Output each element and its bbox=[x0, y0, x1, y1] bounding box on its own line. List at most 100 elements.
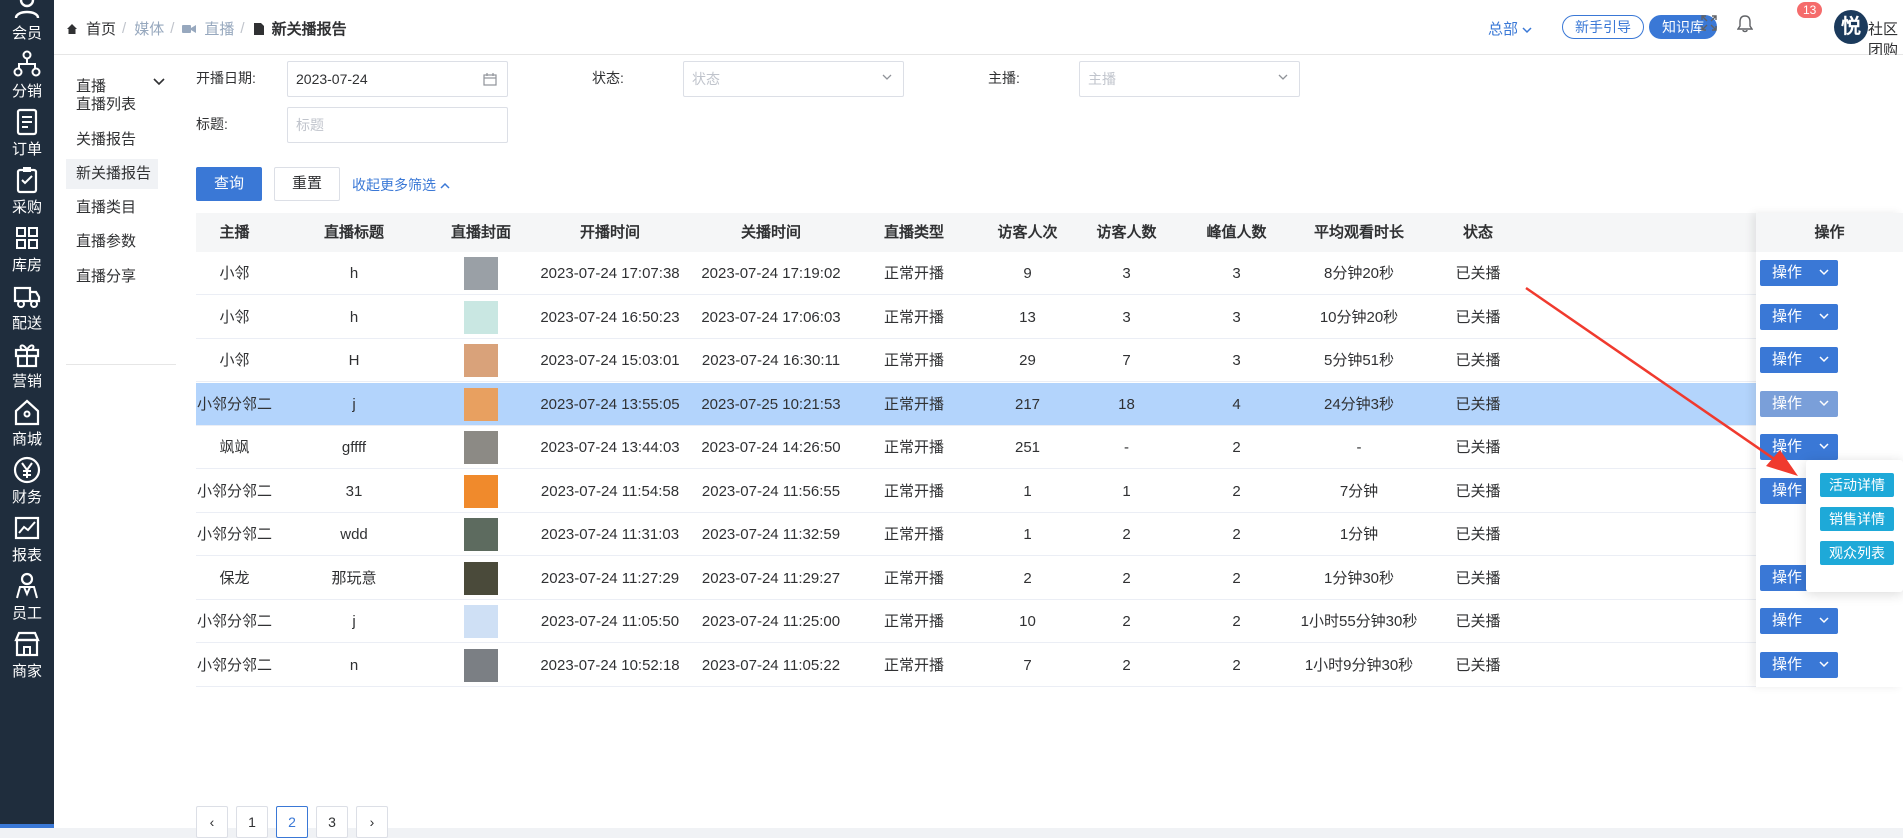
submenu-item[interactable]: 新关播报告 bbox=[66, 159, 158, 189]
operation-button[interactable]: 操作 bbox=[1760, 303, 1838, 330]
operation-button[interactable]: 操作 bbox=[1760, 434, 1838, 460]
rail-item-store[interactable]: 商家 bbox=[0, 624, 54, 694]
table-row[interactable]: 小邻 H 2023-07-24 15:03:01 2023-07-24 16:30:1… bbox=[196, 339, 1903, 382]
chevron-down-icon bbox=[1819, 356, 1829, 363]
table-row[interactable]: 小邻 h 2023-07-24 16:50:23 2023-07-24 17:06:0… bbox=[196, 295, 1903, 339]
rail-item-label: 商家 bbox=[11, 663, 42, 680]
live-cover-thumbnail[interactable] bbox=[464, 474, 498, 508]
live-cover-thumbnail[interactable] bbox=[464, 257, 498, 290]
cell-peak: 3 bbox=[1232, 308, 1241, 326]
start-date-input[interactable]: 2023-07-24 bbox=[287, 61, 508, 97]
live-cover-thumbnail[interactable] bbox=[464, 431, 498, 464]
submenu-item[interactable]: 关播报告 bbox=[66, 125, 158, 155]
live-cover-thumbnail[interactable] bbox=[464, 300, 498, 334]
chevron-down-icon bbox=[1819, 660, 1829, 667]
cell-avg: 24分钟3秒 bbox=[1323, 395, 1395, 413]
cell-end: 2023-07-24 14:26:50 bbox=[701, 439, 841, 456]
breadcrumb-home[interactable]: 首页 bbox=[66, 18, 116, 39]
cell-peak: 2 bbox=[1232, 482, 1241, 500]
rail-item-label: 报表 bbox=[11, 547, 42, 564]
live-cover-thumbnail[interactable] bbox=[464, 518, 498, 551]
cover-cell bbox=[435, 513, 527, 556]
submenu-item[interactable]: 直播参数 bbox=[66, 227, 158, 257]
table-row[interactable]: 飒飒 gffff 2023-07-24 13:44:03 2023-07-24 14:… bbox=[196, 426, 1903, 469]
cell-pv: 13 bbox=[1019, 308, 1036, 326]
table-row[interactable]: 小邻分邻二 n 2023-07-24 10:52:18 2023-07-24 11:0… bbox=[196, 643, 1903, 687]
cell-anchor: 保龙 bbox=[219, 569, 250, 587]
column-header: 状态 bbox=[1462, 224, 1493, 241]
yen-icon bbox=[13, 456, 41, 484]
dropdown-item[interactable]: 活动详情 bbox=[1820, 473, 1894, 497]
cover-cell bbox=[435, 426, 527, 469]
operation-button[interactable]: 操作 bbox=[1760, 651, 1838, 678]
cell-peak: 4 bbox=[1232, 395, 1241, 413]
avatar[interactable]: 悦 bbox=[1834, 10, 1868, 44]
column-header: 操作 bbox=[1756, 213, 1903, 252]
chevron-down-icon bbox=[1278, 74, 1288, 80]
user-name[interactable]: 社区团购 bbox=[1868, 18, 1903, 60]
collapse-filters-link[interactable]: 收起更多筛选 bbox=[352, 175, 450, 195]
cell-pv: 2 bbox=[1023, 569, 1032, 587]
table-row[interactable]: 小邻分邻二 j 2023-07-24 11:05:50 2023-07-24 11:2… bbox=[196, 600, 1903, 643]
cell-pv: 1 bbox=[1023, 526, 1032, 543]
cell-peak: 3 bbox=[1232, 265, 1241, 282]
region-selector[interactable]: 总部 bbox=[1488, 18, 1532, 39]
chevron-up-icon bbox=[440, 182, 450, 189]
pager-prev-button[interactable]: ‹ bbox=[196, 806, 228, 838]
order-doc-icon bbox=[16, 108, 38, 136]
pager-page-button[interactable]: 3 bbox=[316, 806, 348, 838]
submenu-item[interactable]: 直播类目 bbox=[66, 193, 158, 223]
home-icon bbox=[67, 23, 77, 34]
title-label: 标题: bbox=[196, 116, 228, 132]
top-header: 首页 / 媒体 / 直播 / 新关播报告 总部 新手引导 知识库 13 悦 社区… bbox=[54, 0, 1903, 59]
cell-start: 2023-07-24 11:27:29 bbox=[540, 569, 680, 587]
pager-next-button[interactable]: › bbox=[356, 806, 388, 838]
guide-button[interactable]: 新手引导 bbox=[1562, 15, 1644, 39]
pager-page-button[interactable]: 1 bbox=[236, 806, 268, 838]
operation-button[interactable]: 操作 bbox=[1760, 260, 1838, 286]
table-row[interactable]: 小邻分邻二 31 2023-07-24 11:54:58 2023-07-24 11:… bbox=[196, 469, 1903, 513]
query-button[interactable]: 查询 bbox=[196, 167, 262, 201]
submenu-item[interactable]: 直播分享 bbox=[66, 262, 158, 292]
live-cover-thumbnail[interactable] bbox=[464, 561, 498, 595]
anchor-select[interactable]: 主播 bbox=[1079, 61, 1300, 97]
dropdown-item[interactable]: 销售详情 bbox=[1820, 507, 1894, 531]
cell-status: 已关播 bbox=[1455, 482, 1501, 500]
breadcrumb-current: 新关播报告 bbox=[253, 18, 347, 39]
cell-start: 2023-07-24 11:54:58 bbox=[540, 482, 680, 500]
operation-button[interactable]: 操作 bbox=[1760, 347, 1838, 373]
cell-status: 已关播 bbox=[1455, 265, 1501, 282]
operation-button[interactable]: 操作 bbox=[1760, 608, 1838, 634]
bell-icon[interactable] bbox=[1736, 15, 1754, 37]
cell-uv: 2 bbox=[1122, 526, 1131, 543]
table-row[interactable]: 小邻分邻二 j 2023-07-24 13:55:05 2023-07-25 10:2… bbox=[196, 382, 1903, 426]
table-header: 主播 直播标题 直播封面 开播时间 关播时间 直播类型 访客人次 访客人数 峰值人数 平均观看时长… bbox=[196, 213, 1903, 252]
submenu-item[interactable]: 直播列表 bbox=[66, 90, 158, 120]
dropdown-item[interactable]: 观众列表 bbox=[1820, 541, 1894, 565]
cell-peak: 2 bbox=[1232, 613, 1241, 630]
fullscreen-icon[interactable] bbox=[1701, 15, 1717, 35]
live-cover-thumbnail[interactable] bbox=[464, 387, 498, 421]
operation-button[interactable]: 操作 bbox=[1760, 390, 1838, 417]
cell-pv: 7 bbox=[1023, 656, 1032, 674]
gift-icon bbox=[14, 344, 40, 368]
table-row[interactable]: 小邻 h 2023-07-24 17:07:38 2023-07-24 17:19:0… bbox=[196, 252, 1903, 295]
pager-page-button[interactable]: 2 bbox=[276, 806, 308, 838]
cell-start: 2023-07-24 15:03:01 bbox=[540, 352, 680, 369]
cell-start: 2023-07-24 13:55:05 bbox=[540, 395, 680, 413]
live-cover-thumbnail[interactable] bbox=[464, 344, 498, 377]
table-row[interactable]: 小邻分邻二 wdd 2023-07-24 11:31:03 2023-07-24 11… bbox=[196, 513, 1903, 556]
status-select[interactable]: 状态 bbox=[683, 61, 904, 97]
live-cover-thumbnail[interactable] bbox=[464, 648, 498, 682]
breadcrumb-media[interactable]: 媒体 bbox=[134, 18, 164, 39]
cell-status: 已关播 bbox=[1455, 569, 1501, 587]
cell-anchor: 小邻分邻二 bbox=[196, 656, 272, 674]
cell-title: n bbox=[349, 656, 359, 674]
table-row[interactable]: 保龙 那玩意 2023-07-24 11:27:29 2023-07-24 11:29… bbox=[196, 556, 1903, 600]
live-cover-thumbnail[interactable] bbox=[464, 605, 498, 638]
title-input[interactable]: 标题 bbox=[287, 107, 508, 143]
cell-avg: 10分钟20秒 bbox=[1319, 308, 1399, 326]
breadcrumb-live[interactable]: 直播 bbox=[182, 18, 234, 39]
reset-button[interactable]: 重置 bbox=[274, 167, 340, 201]
rail-item-label: 订单 bbox=[11, 141, 42, 158]
